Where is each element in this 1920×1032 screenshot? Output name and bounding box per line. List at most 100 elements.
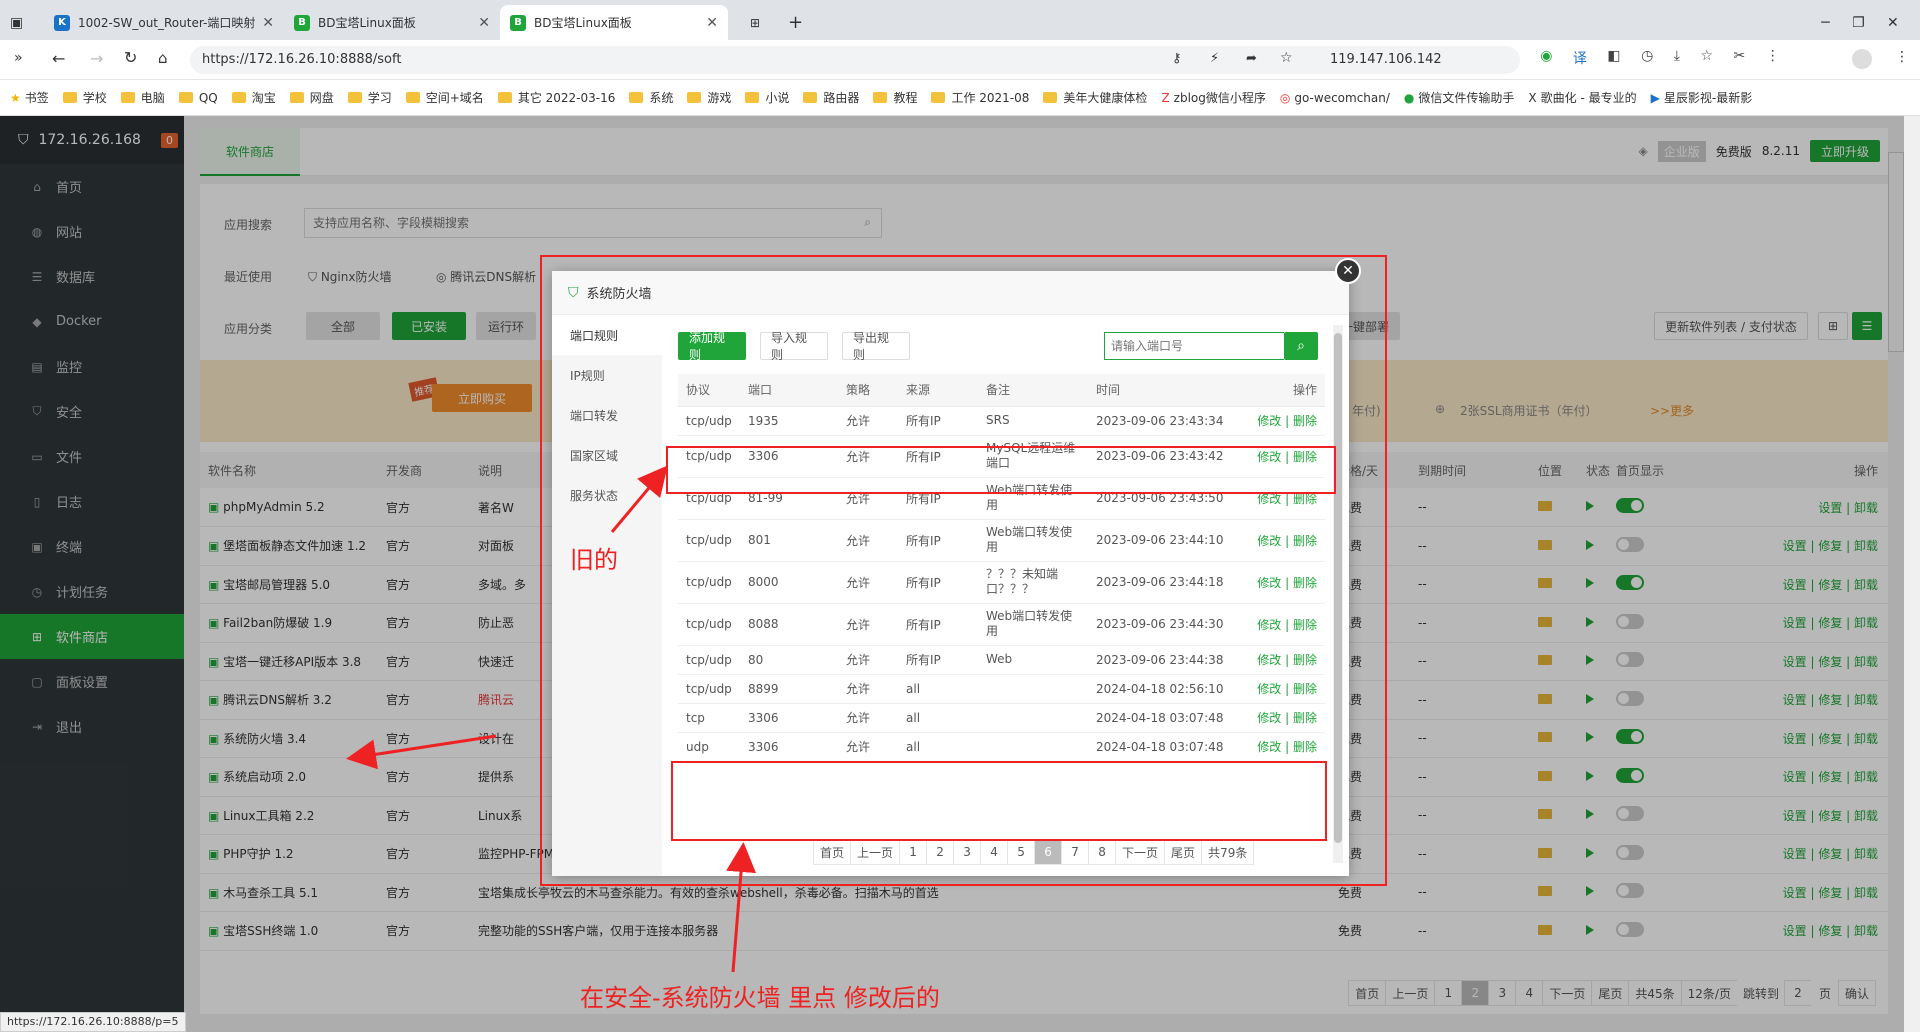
bookmark-item[interactable]: QQ	[178, 91, 218, 105]
rule-policy[interactable]: 允许	[838, 732, 898, 762]
edit-rule-link[interactable]: 修改	[1257, 618, 1281, 632]
new-tab-button[interactable]: +	[778, 5, 818, 40]
menu-ip-rules[interactable]: IP规则	[552, 355, 662, 395]
extension-icon[interactable]: ◧	[1607, 48, 1620, 72]
tab-search-icon[interactable]: ⊞	[740, 5, 780, 40]
edit-rule-link[interactable]: 修改	[1257, 711, 1281, 725]
rule-policy[interactable]: 允许	[838, 406, 898, 436]
page-last[interactable]: 尾页	[1164, 839, 1203, 865]
share-icon[interactable]: ➦	[1246, 51, 1257, 66]
rule-policy[interactable]: 允许	[838, 477, 898, 520]
avatar[interactable]	[1852, 49, 1872, 69]
bookmark-item[interactable]: 学校	[62, 89, 107, 106]
bookmark-item[interactable]: ◎ go-wecomchan/	[1280, 91, 1390, 105]
rule-policy[interactable]: 允许	[838, 674, 898, 704]
bookmark-item[interactable]: 小说	[745, 89, 789, 106]
home-icon[interactable]: ⌂	[158, 49, 168, 67]
close-icon[interactable]: ✕	[478, 15, 490, 31]
bookmark-item[interactable]: 游戏	[687, 89, 731, 106]
bookmark-item[interactable]: 电脑	[120, 89, 165, 106]
close-modal-icon[interactable]: ✕	[1335, 258, 1361, 284]
page-number[interactable]: 8	[1088, 839, 1117, 865]
bookmark-item[interactable]: 美年大健康体检	[1043, 89, 1147, 106]
maximize-icon[interactable]: ❐	[1852, 15, 1865, 31]
modal-scrollbar[interactable]	[1333, 325, 1343, 863]
page-number[interactable]: 1	[899, 839, 928, 865]
browser-tab-2[interactable]: B BD宝塔Linux面板 ✕	[284, 5, 500, 40]
delete-rule-link[interactable]: 删除	[1293, 414, 1317, 428]
delete-rule-link[interactable]: 删除	[1293, 682, 1317, 696]
add-rule-button[interactable]: 添加规则	[678, 331, 746, 362]
reload-icon[interactable]: ↻	[124, 48, 137, 67]
bookmark-item[interactable]: 系统	[629, 89, 673, 106]
edit-rule-link[interactable]: 修改	[1257, 492, 1281, 506]
page-first[interactable]: 首页	[813, 839, 852, 865]
delete-rule-link[interactable]: 删除	[1293, 740, 1317, 754]
browser-tab-1[interactable]: K 1002-SW_out_Router-端口映射 ✕	[44, 5, 284, 40]
bookmark-item[interactable]: 路由器	[803, 89, 859, 106]
star-icon[interactable]: ☆	[1280, 50, 1293, 66]
page-number[interactable]: 4	[980, 839, 1009, 865]
close-icon[interactable]: ✕	[706, 15, 718, 31]
export-rule-button[interactable]: 导出规则	[842, 331, 910, 362]
rule-policy[interactable]: 允许	[838, 561, 898, 604]
rule-policy[interactable]: 允许	[838, 519, 898, 562]
rule-policy[interactable]: 允许	[838, 703, 898, 733]
edit-rule-link[interactable]: 修改	[1257, 534, 1281, 548]
edit-rule-link[interactable]: 修改	[1257, 414, 1281, 428]
delete-rule-link[interactable]: 删除	[1293, 711, 1317, 725]
delete-rule-link[interactable]: 删除	[1293, 492, 1317, 506]
more-icon[interactable]: ⋮	[1895, 49, 1909, 65]
delete-rule-link[interactable]: 删除	[1293, 450, 1317, 464]
port-search-input[interactable]	[1105, 333, 1281, 359]
menu-port-forward[interactable]: 端口转发	[552, 395, 662, 435]
scroll-thumb[interactable]	[1334, 333, 1342, 843]
delete-rule-link[interactable]: 删除	[1293, 618, 1317, 632]
edit-rule-link[interactable]: 修改	[1257, 682, 1281, 696]
port-search-box[interactable]	[1104, 332, 1284, 360]
search-icon[interactable]: ⌕	[1284, 332, 1318, 360]
translate-icon[interactable]: 译	[1573, 48, 1587, 72]
address-bar[interactable]: https://172.16.26.10:8888/soft ⚷ ⚡ ➦ ☆ 1…	[190, 46, 1520, 74]
bookmark-item[interactable]: 其它 2022-03-16	[497, 89, 615, 106]
window-controls[interactable]: ─ ❐ ✕	[1800, 5, 1920, 40]
rule-policy[interactable]: 允许	[838, 645, 898, 675]
bookmark-item[interactable]: 学习	[347, 89, 392, 106]
bookmark-item[interactable]: 空间+域名	[405, 89, 484, 106]
sidebar-toggle-icon[interactable]: »	[14, 50, 23, 66]
bookmark-item[interactable]: ▶ 星辰影视-最新影	[1651, 89, 1753, 106]
bookmark-item[interactable]: 教程	[873, 89, 917, 106]
bookmark-item[interactable]: X 歌曲化 - 最专业的	[1528, 89, 1636, 106]
menu-port-rules[interactable]: 端口规则	[552, 315, 662, 355]
bookmark-item[interactable]: ● 微信文件传输助手	[1404, 89, 1515, 106]
back-icon[interactable]: ←	[52, 49, 65, 68]
menu-service-status[interactable]: 服务状态	[552, 475, 662, 515]
close-window-icon[interactable]: ✕	[1887, 15, 1899, 31]
page-number[interactable]: 3	[953, 839, 982, 865]
rule-policy[interactable]: 允许	[838, 603, 898, 646]
browser-tab-3[interactable]: B BD宝塔Linux面板 ✕	[500, 5, 728, 40]
rule-policy[interactable]: 允许	[838, 435, 898, 478]
ip-display[interactable]: 119.147.106.142	[1330, 52, 1442, 67]
page-current[interactable]: 6	[1034, 839, 1063, 865]
bookmark-item[interactable]: Zzblog微信小程序	[1161, 89, 1265, 106]
history-icon[interactable]: ◷	[1641, 48, 1653, 72]
key-icon[interactable]: ⚷	[1172, 51, 1182, 66]
delete-rule-link[interactable]: 删除	[1293, 576, 1317, 590]
import-rule-button[interactable]: 导入规则	[760, 331, 828, 362]
bookmark-item[interactable]: ★ 书签	[10, 89, 49, 106]
delete-rule-link[interactable]: 删除	[1293, 534, 1317, 548]
edit-rule-link[interactable]: 修改	[1257, 450, 1281, 464]
bookmark-item[interactable]: 淘宝	[231, 89, 276, 106]
browser-menu-button[interactable]: ▣	[0, 5, 44, 40]
favorites-icon[interactable]: ☆	[1700, 48, 1713, 72]
edit-rule-link[interactable]: 修改	[1257, 653, 1281, 667]
bookmark-item[interactable]: 网盘	[289, 89, 334, 106]
edit-rule-link[interactable]: 修改	[1257, 576, 1281, 590]
page-number[interactable]: 2	[926, 839, 955, 865]
page-number[interactable]: 7	[1061, 839, 1090, 865]
tools-icon[interactable]: ✂	[1733, 48, 1745, 72]
bolt-icon[interactable]: ⚡	[1210, 51, 1219, 66]
minimize-icon[interactable]: ─	[1821, 15, 1829, 31]
close-icon[interactable]: ✕	[262, 15, 274, 31]
